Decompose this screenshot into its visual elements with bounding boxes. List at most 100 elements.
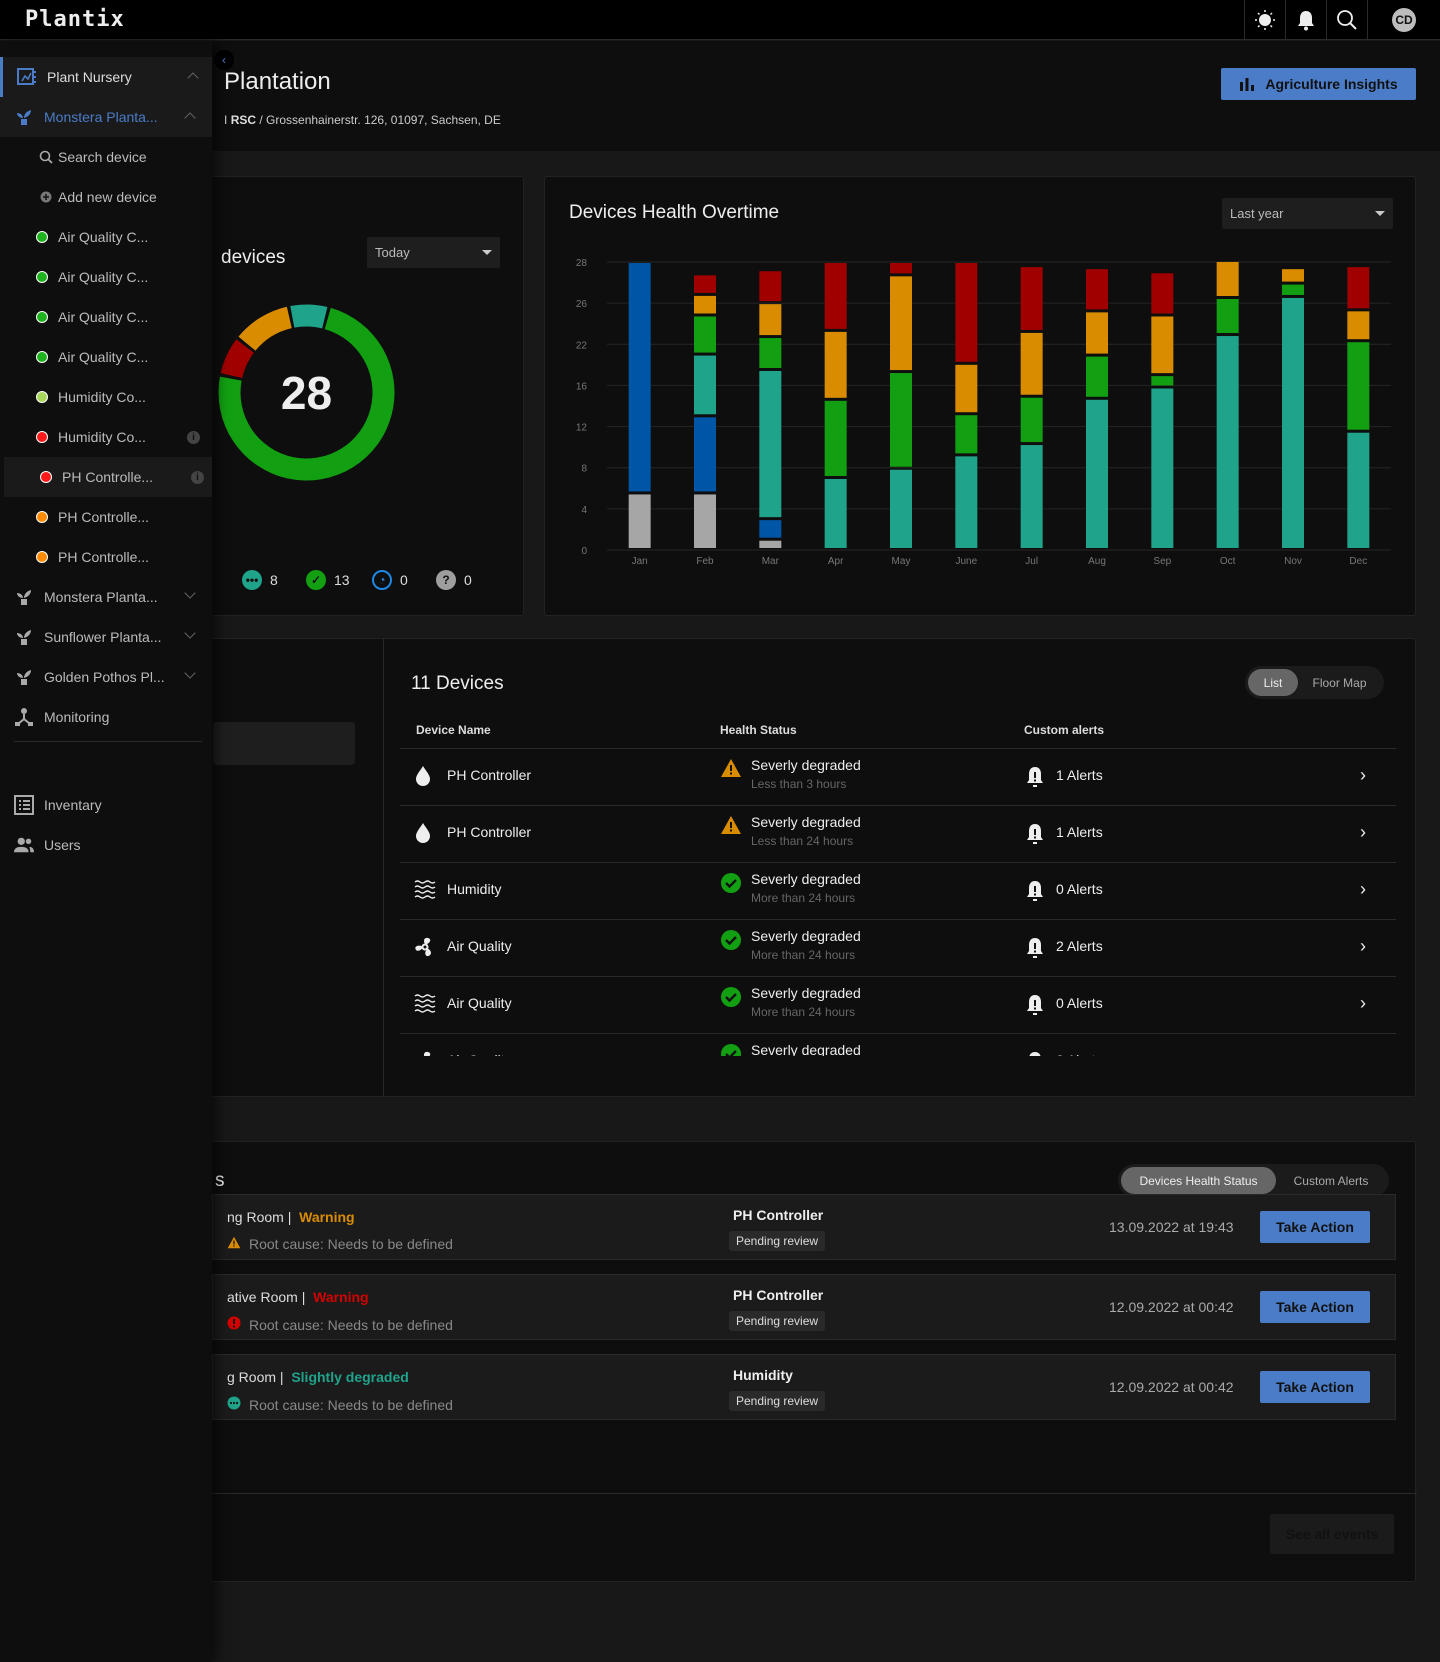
see-all-events-button[interactable]: See all events — [1270, 1514, 1394, 1554]
filter-panel-item[interactable] — [213, 722, 355, 765]
bar-segment-critical[interactable] — [955, 263, 978, 362]
notifications-button[interactable] — [1285, 0, 1326, 40]
bar-segment-healthy[interactable] — [1282, 284, 1304, 295]
sidebar-item-monstera-planta[interactable]: Monstera Planta... — [0, 577, 212, 617]
table-row[interactable]: PH Controller Severly degraded Less than… — [400, 805, 1396, 862]
bar-segment-slightly-degraded[interactable] — [1282, 297, 1304, 548]
user-menu[interactable]: CD — [1367, 0, 1440, 40]
bar-segment-healthy[interactable] — [955, 415, 978, 454]
collapse-sidebar-button[interactable]: ‹ — [214, 50, 234, 70]
table-row[interactable]: Air Quality Severly degraded More than 2… — [400, 1033, 1396, 1056]
sidebar-item-add-new-device[interactable]: Add new device — [0, 177, 212, 217]
sidebar-item-humidity-co[interactable]: Humidity Co... i — [0, 417, 212, 457]
bar-segment-warning[interactable] — [694, 295, 716, 314]
take-action-button[interactable]: Take Action — [1260, 1371, 1370, 1403]
table-row[interactable]: Air Quality Severly degraded More than 2… — [400, 976, 1396, 1033]
bar-segment-pending[interactable] — [694, 417, 716, 492]
bar-segment-critical[interactable] — [890, 263, 912, 274]
bar-segment-slightly-degraded[interactable] — [890, 469, 912, 548]
bar-segment-warning[interactable] — [1282, 269, 1304, 282]
bar-segment-healthy[interactable] — [759, 338, 782, 368]
tab-devices-health-status[interactable]: Devices Health Status — [1121, 1167, 1276, 1194]
bar-segment-healthy[interactable] — [1216, 299, 1239, 334]
bar-segment-slightly-degraded[interactable] — [1347, 432, 1370, 548]
sidebar-item-monstera-planta[interactable]: Monstera Planta... — [0, 97, 212, 137]
chevron-right-icon[interactable]: › — [1360, 993, 1366, 1014]
bar-segment-slightly-degraded[interactable] — [1216, 336, 1239, 548]
bar-segment-healthy[interactable] — [1151, 376, 1174, 386]
bar-segment-critical[interactable] — [1086, 269, 1108, 310]
bar-segment-slightly-degraded[interactable] — [955, 456, 978, 548]
bar-segment-slightly-degraded[interactable] — [759, 371, 782, 518]
bar-segment-healthy[interactable] — [1347, 342, 1370, 430]
chevron-up-icon[interactable] — [184, 112, 196, 124]
bar-segment-slightly-degraded[interactable] — [694, 355, 716, 415]
chevron-right-icon[interactable]: › — [1360, 765, 1366, 786]
sidebar-item-air-quality-c[interactable]: Air Quality C... — [0, 297, 212, 337]
table-row[interactable]: PH Controller Severly degraded Less than… — [400, 748, 1396, 805]
column-custom-alerts[interactable]: Custom alerts — [1024, 723, 1104, 737]
bar-segment-slightly-degraded[interactable] — [1020, 445, 1043, 548]
chevron-right-icon[interactable]: › — [1360, 936, 1366, 957]
chevron-down-icon[interactable] — [184, 587, 196, 599]
sidebar-item-golden-pothos-pl[interactable]: Golden Pothos Pl... — [0, 657, 212, 697]
sidebar-item-monitoring[interactable]: Monitoring — [0, 697, 212, 737]
event-item[interactable]: ative Room | Warning Root cause: Needs t… — [212, 1274, 1396, 1340]
bar-segment-warning[interactable] — [1216, 261, 1239, 296]
bar-segment-critical[interactable] — [1020, 267, 1043, 330]
column-health-status[interactable]: Health Status — [720, 723, 797, 737]
bar-segment-critical[interactable] — [694, 275, 716, 293]
table-row[interactable]: Humidity Severly degraded More than 24 h… — [400, 862, 1396, 919]
bar-segment-pending[interactable] — [759, 520, 782, 538]
breadcrumb-site[interactable]: RSC — [231, 113, 256, 127]
sidebar-item-air-quality-c[interactable]: Air Quality C... — [0, 337, 212, 377]
health-range-select[interactable]: Last year — [1222, 198, 1393, 229]
app-logo[interactable]: Plantix — [25, 7, 125, 32]
event-item[interactable]: g Room | Slightly degraded Root cause: N… — [212, 1354, 1396, 1420]
bar-segment-critical[interactable] — [824, 263, 847, 329]
sidebar-item-ph-controlle[interactable]: PH Controlle... — [0, 497, 212, 537]
chevron-right-icon[interactable]: › — [1360, 822, 1366, 843]
sidebar-item-search-device[interactable]: Search device — [0, 137, 212, 177]
table-row[interactable]: Air Quality Severly degraded More than 2… — [400, 919, 1396, 976]
bar-segment-critical[interactable] — [1151, 273, 1174, 314]
chevron-right-icon[interactable]: › — [1360, 1050, 1366, 1056]
bar-segment-warning[interactable] — [1020, 332, 1043, 395]
sidebar-item-inventary[interactable]: Inventary — [0, 785, 212, 825]
sidebar-item-plant-nursery[interactable]: Plant Nursery — [0, 57, 212, 97]
bar-segment-healthy[interactable] — [1086, 356, 1108, 397]
bar-segment-warning[interactable] — [955, 364, 978, 413]
global-search-button[interactable] — [1326, 0, 1367, 40]
sidebar-item-sunflower-planta[interactable]: Sunflower Planta... — [0, 617, 212, 657]
bar-segment-pending[interactable] — [628, 263, 651, 492]
bar-segment-critical[interactable] — [1347, 267, 1370, 309]
tab-list[interactable]: List — [1248, 669, 1298, 696]
bar-segment-warning[interactable] — [759, 304, 782, 336]
sidebar-item-air-quality-c[interactable]: Air Quality C... — [0, 257, 212, 297]
tab-custom-alerts[interactable]: Custom Alerts — [1276, 1167, 1386, 1194]
sidebar-item-air-quality-c[interactable]: Air Quality C... — [0, 217, 212, 257]
chevron-down-icon[interactable] — [184, 627, 196, 639]
bar-segment-warning[interactable] — [1347, 311, 1370, 340]
column-device-name[interactable]: Device Name — [416, 723, 491, 737]
bar-segment-healthy[interactable] — [890, 373, 912, 467]
bar-segment-warning[interactable] — [890, 276, 912, 371]
bar-segment-healthy[interactable] — [694, 316, 716, 353]
agriculture-insights-button[interactable]: Agriculture Insights — [1221, 68, 1416, 100]
sidebar-item-ph-controlle[interactable]: PH Controlle... i — [4, 457, 212, 497]
bar-segment-slightly-degraded[interactable] — [1151, 388, 1174, 548]
sidebar-item-users[interactable]: Users — [0, 825, 212, 865]
bar-segment-healthy[interactable] — [1020, 397, 1043, 443]
bar-segment-healthy[interactable] — [824, 400, 847, 476]
bar-segment-unknown[interactable] — [694, 494, 716, 548]
bar-segment-critical[interactable] — [759, 271, 782, 302]
chevron-right-icon[interactable]: › — [1360, 879, 1366, 900]
take-action-button[interactable]: Take Action — [1260, 1211, 1370, 1243]
event-item[interactable]: ng Room | Warning Root cause: Needs to b… — [212, 1194, 1396, 1260]
take-action-button[interactable]: Take Action — [1260, 1291, 1370, 1323]
bar-segment-warning[interactable] — [824, 331, 847, 398]
sidebar-item-humidity-co[interactable]: Humidity Co... — [0, 377, 212, 417]
bar-segment-unknown[interactable] — [628, 494, 651, 548]
bar-segment-unknown[interactable] — [759, 540, 782, 548]
sidebar-item-ph-controlle[interactable]: PH Controlle... — [0, 537, 212, 577]
